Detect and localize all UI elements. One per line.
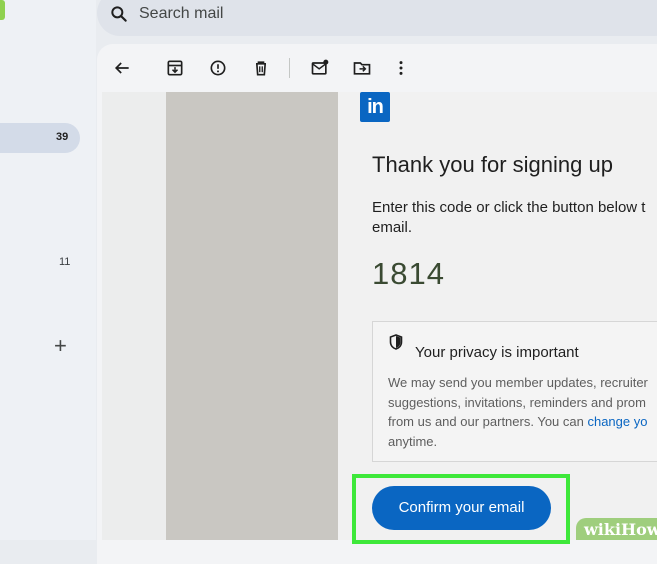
linkedin-logo-icon: in — [360, 92, 390, 122]
move-to-icon[interactable] — [352, 58, 372, 78]
gmail-sidebar — [0, 0, 96, 540]
add-label-button[interactable]: + — [54, 333, 67, 359]
report-spam-icon[interactable] — [208, 58, 228, 78]
email-heading: Thank you for signing up — [372, 152, 613, 177]
inbox-count: 39 — [56, 131, 69, 143]
privacy-text: We may send you member updates, recruite… — [388, 375, 648, 449]
verification-code: 1814 — [372, 256, 445, 291]
delete-icon[interactable] — [251, 58, 271, 78]
confirm-email-button[interactable]: Confirm your email — [372, 486, 551, 530]
mark-unread-icon[interactable] — [310, 58, 330, 78]
more-options-icon[interactable] — [391, 58, 411, 78]
change-preferences-link[interactable]: change yo — [587, 414, 647, 429]
sidebar-item-count: 11 — [59, 256, 71, 268]
wikihow-watermark: wikiHow — [576, 518, 657, 540]
email-instruction: Enter this code or click the button belo… — [372, 199, 646, 236]
email-side-column — [166, 92, 338, 540]
privacy-title: Your privacy is important — [415, 344, 579, 361]
shield-icon — [389, 334, 403, 350]
search-icon[interactable] — [109, 4, 129, 24]
back-arrow-icon[interactable] — [112, 58, 132, 78]
toolbar-divider — [289, 58, 290, 78]
search-input[interactable]: Search mail — [139, 5, 223, 23]
compose-edge[interactable] — [0, 0, 5, 20]
archive-icon[interactable] — [165, 58, 185, 78]
